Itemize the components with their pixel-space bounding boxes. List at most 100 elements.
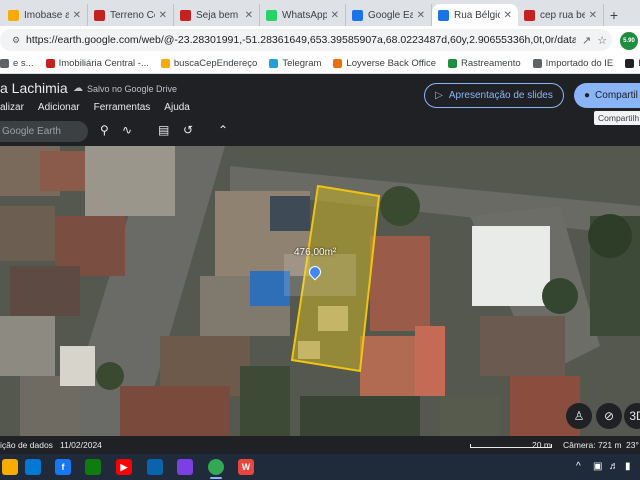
bookmark-label: Rastreamento: [461, 58, 521, 69]
bookmark-item[interactable]: Rastreamento: [448, 58, 521, 69]
bookmark-favicon-icon: [625, 59, 635, 68]
share-page-icon[interactable]: ↗: [582, 34, 591, 47]
tab-close-icon[interactable]: ✕: [331, 10, 339, 21]
browser-toolbar: ⚙ https://earth.google.com/web/@-23.2830…: [0, 26, 640, 54]
bookmark-label: Importado do IE: [545, 58, 614, 69]
bookmark-item[interactable]: Importado do IE: [532, 58, 614, 69]
bookmark-label: Telegram: [282, 58, 322, 69]
saved-status: ☁ Salvo no Google Drive: [73, 83, 177, 94]
toggle-3d-off-icon[interactable]: ⊘: [596, 403, 622, 429]
new-tab-button[interactable]: +: [604, 4, 624, 26]
bookmark-item[interactable]: Loyverse Back Office: [333, 58, 436, 69]
bookmark-item[interactable]: Imobiliária Central -...: [45, 58, 149, 69]
chrome-icon[interactable]: [208, 459, 224, 475]
satellite-map[interactable]: 476,00m² ♙ ⊘ 3D: [0, 146, 640, 436]
bookmark-label: buscaCepEndereço: [173, 58, 258, 69]
tab-favicon-icon: [352, 9, 363, 21]
area-measurement-label: 476,00m²: [294, 247, 337, 258]
youtube-icon[interactable]: ▶: [116, 459, 132, 475]
bookmarks-bar: e s... Imobiliária Central -... buscaCepEn…: [0, 54, 640, 74]
wps-office-icon[interactable]: W: [238, 459, 254, 475]
network-icon[interactable]: ▣: [593, 461, 602, 472]
assistant-icon[interactable]: [177, 459, 193, 475]
tab-close-icon[interactable]: ✕: [589, 10, 597, 21]
bookmark-favicon-icon: [0, 59, 9, 68]
address-bar[interactable]: ⚙ https://earth.google.com/web/@-23.2830…: [0, 29, 612, 51]
volume-icon[interactable]: ♬: [609, 461, 619, 472]
tab-label: Seja bem vi: [196, 9, 241, 21]
browser-tab[interactable]: Terreno Con ✕: [88, 4, 174, 26]
tab-close-icon[interactable]: ✕: [504, 10, 512, 21]
browser-tab[interactable]: WhatsApp B ✕: [260, 4, 346, 26]
extension-icon[interactable]: 5.90: [620, 32, 638, 50]
data-attribution[interactable]: ição de dados: [0, 440, 53, 450]
tab-label: WhatsApp B: [282, 9, 327, 21]
people-icon: ●: [584, 90, 591, 101]
tab-label: Terreno Con: [110, 9, 155, 21]
earth-status-bar: ição de dados 11/02/2024 20 m Câmera: 72…: [0, 436, 640, 454]
menu-item-visualizar[interactable]: alizar: [0, 102, 24, 113]
bookmark-item[interactable]: e s...: [0, 58, 34, 69]
tab-favicon-icon: [94, 9, 105, 21]
draw-path-icon[interactable]: ∿: [122, 123, 132, 137]
slideshow-button-label: Apresentação de slides: [448, 90, 553, 101]
earth-menu: alizar Adicionar Ferramentas Ajuda: [0, 102, 204, 113]
store-icon[interactable]: [85, 459, 101, 475]
outlook-icon[interactable]: [147, 459, 163, 475]
share-button[interactable]: ● Compartil: [574, 83, 640, 108]
bookmark-star-icon[interactable]: ☆: [597, 34, 607, 47]
bookmark-label: Loyverse Back Office: [346, 58, 436, 69]
tab-favicon-icon: [524, 9, 535, 21]
mail-icon[interactable]: [25, 459, 41, 475]
project-title[interactable]: a Lachimia: [0, 80, 68, 96]
url-text[interactable]: https://earth.google.com/web/@-23.283019…: [26, 34, 576, 46]
bookmark-favicon-icon: [448, 59, 457, 68]
windows-taskbar: f ▶ W ^ ▣ ♬ ▮: [0, 454, 640, 480]
tab-close-icon[interactable]: ✕: [417, 10, 425, 21]
collapse-chevron-icon[interactable]: ⌃: [218, 123, 228, 137]
tab-favicon-icon: [8, 9, 19, 21]
earth-toolbar: Google Earth ⚲ ∿ ▤ ↺ ⌃: [0, 118, 640, 146]
tab-label: Imobase a b: [24, 9, 69, 21]
tab-close-icon[interactable]: ✕: [159, 10, 167, 21]
browser-tab[interactable]: Rua Bélgica ✕: [432, 4, 518, 26]
site-info-icon[interactable]: ⚙: [12, 35, 22, 45]
tab-label: cep rua belg: [540, 9, 585, 21]
menu-item-ajuda[interactable]: Ajuda: [164, 102, 190, 113]
pegman-icon[interactable]: ♙: [566, 403, 592, 429]
browser-tab[interactable]: Seja bem vi ✕: [174, 4, 260, 26]
measure-ruler-icon[interactable]: ▤: [158, 123, 169, 137]
share-tooltip: Compartilh: [594, 111, 640, 125]
battery-icon[interactable]: ▮: [625, 461, 631, 472]
browser-tab[interactable]: Google Earth ✕: [346, 4, 432, 26]
history-icon[interactable]: ↺: [183, 123, 193, 137]
coordinates: 23°: [626, 440, 639, 450]
placemark-icon[interactable]: ⚲: [100, 123, 109, 137]
cloud-check-icon: ☁: [73, 83, 83, 94]
browser-tab[interactable]: Imobase a b ✕: [2, 4, 88, 26]
active-app-indicator: [210, 477, 222, 479]
tab-label: Rua Bélgica: [454, 9, 500, 21]
browser-tab[interactable]: cep rua belg ✕: [518, 4, 604, 26]
bookmark-favicon-icon: [160, 59, 170, 68]
tab-close-icon[interactable]: ✕: [73, 10, 81, 21]
facebook-icon[interactable]: f: [55, 459, 71, 475]
tab-favicon-icon: [180, 9, 191, 21]
bookmark-label: Imobiliária Central -...: [58, 58, 149, 69]
camera-altitude: Câmera: 721 m: [563, 440, 622, 450]
tab-close-icon[interactable]: ✕: [245, 10, 253, 21]
tray-arrow-icon[interactable]: ^: [576, 461, 581, 472]
bookmark-item[interactable]: EMISSAO DE NOTA...: [625, 58, 640, 69]
tab-favicon-icon: [266, 9, 277, 21]
map-imagery: [0, 146, 640, 436]
menu-item-ferramentas[interactable]: Ferramentas: [94, 102, 151, 113]
file-explorer-icon[interactable]: [2, 459, 18, 475]
menu-item-adicionar[interactable]: Adicionar: [38, 102, 80, 113]
tab-strip: Imobase a b✕Terreno Con✕Seja bem vi✕What…: [0, 0, 640, 26]
imagery-date: 11/02/2024: [60, 440, 102, 450]
slideshow-button[interactable]: ▷ Apresentação de slides: [424, 83, 564, 108]
tab-favicon-icon: [438, 9, 449, 21]
earth-search-input[interactable]: Google Earth: [0, 121, 88, 142]
bookmark-item[interactable]: buscaCepEndereço: [160, 58, 258, 69]
bookmark-item[interactable]: Telegram: [269, 58, 321, 69]
